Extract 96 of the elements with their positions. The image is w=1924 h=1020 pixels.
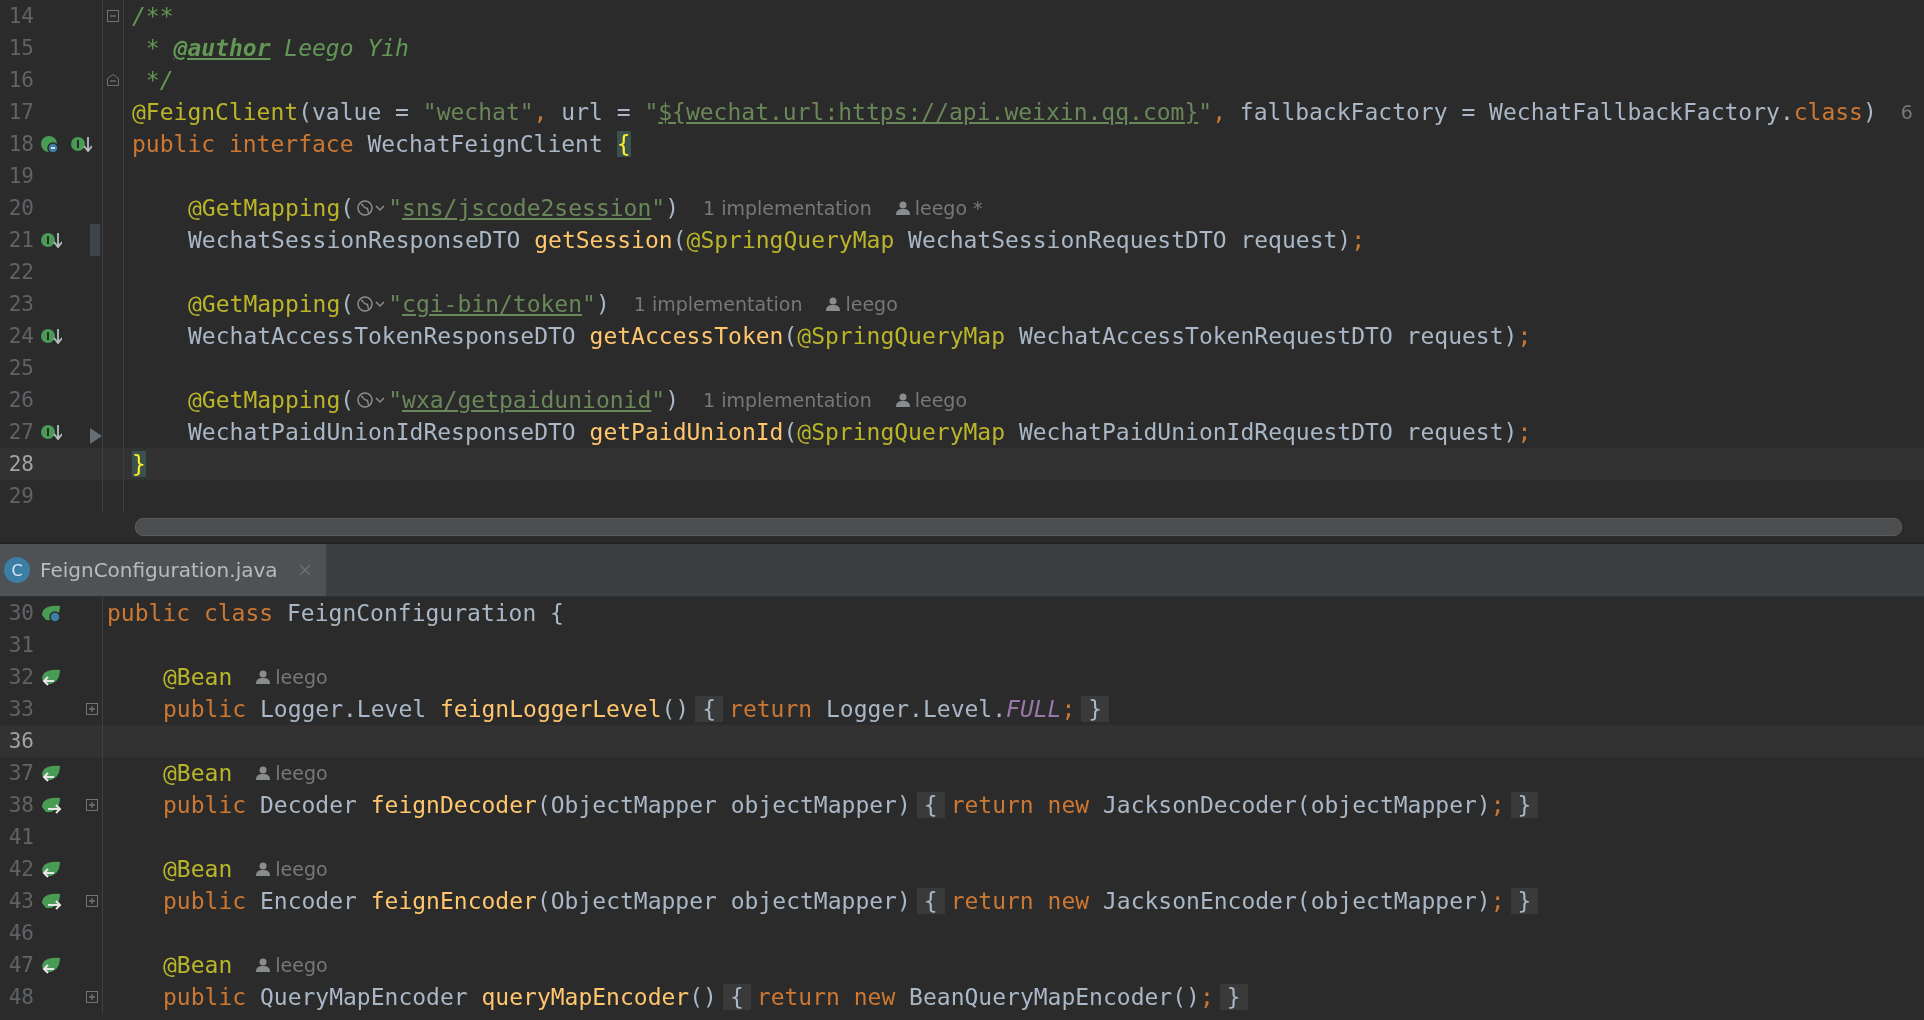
usages-hint[interactable]: 6 — [1900, 101, 1913, 123]
code-text: public Decoder feignDecoder(ObjectMapper objectMapper) { return new JacksonDecoder(objectMapper); } — [163, 792, 1545, 818]
line-number: 41 — [7, 825, 34, 849]
line-number: 15 — [7, 36, 34, 60]
line-number: 14 — [7, 4, 34, 28]
person-icon — [895, 200, 910, 216]
line-number: 31 — [7, 633, 34, 657]
code-text: @GetMapping( — [188, 195, 355, 221]
code-text: @GetMapping( — [188, 387, 355, 413]
code-text: public Logger.Level feignLoggerLevel() { return Logger.Level.FULL; } — [163, 696, 1116, 722]
line-number: 46 — [7, 921, 34, 945]
code-text: @Bean — [163, 952, 233, 978]
implemented-down-arrow-icon[interactable] — [40, 326, 62, 346]
code-text: WechatAccessTokenResponseDTO getAccessToken(@SpringQueryMap WechatAccessTokenRequestDTO request); — [188, 323, 1532, 349]
line-number: 22 — [7, 260, 34, 284]
line-number: 19 — [7, 164, 34, 188]
author-hint[interactable]: leego — [275, 858, 328, 880]
author-hint[interactable]: leego — [275, 762, 328, 784]
line-number: 28 — [7, 452, 34, 476]
line-number: 29 — [7, 484, 34, 508]
author-hint[interactable]: leego — [275, 954, 328, 976]
person-icon — [256, 861, 271, 877]
expand-icon[interactable] — [85, 702, 99, 716]
code-text: */ — [144, 67, 174, 93]
code-text: "cgi-bin/token") — [388, 291, 610, 317]
fold-icon[interactable] — [106, 9, 120, 23]
line-number: 48 — [7, 985, 34, 1009]
tab-label: FeignConfiguration.java — [40, 558, 278, 582]
code-text: @FeignClient(value = "wechat", url = "${wechat.url:https://api.weixin.qq.com}", fallbackFactory = WechatFallbackFactory.class) — [132, 99, 1877, 125]
code-text: } — [132, 451, 146, 477]
leaf-left-arrow-icon[interactable] — [40, 763, 62, 783]
usages-hint[interactable]: 1 implementation — [633, 293, 803, 315]
code-text: @Bean — [163, 856, 233, 882]
change-marker[interactable] — [90, 224, 100, 256]
code-text: WechatPaidUnionIdResponseDTO getPaidUnionId(@SpringQueryMap WechatPaidUnionIdRequestDTO request); — [188, 419, 1532, 445]
line-number: 30 — [7, 601, 34, 625]
leaf-right-arrow-icon[interactable] — [40, 891, 62, 911]
code-text: public Encoder feignEncoder(ObjectMapper objectMapper) { return new JacksonEncoder(objectMapper); } — [163, 888, 1545, 914]
line-number: 42 — [7, 857, 34, 881]
line-number: 38 — [7, 793, 34, 817]
leaf-left-arrow-icon[interactable] — [40, 667, 62, 687]
line-number: 47 — [7, 953, 34, 977]
line-number: 43 — [7, 889, 34, 913]
leaf-class-icon[interactable] — [40, 603, 62, 623]
line-number: 33 — [7, 697, 34, 721]
line-number: 23 — [7, 292, 34, 316]
line-number: 24 — [7, 324, 34, 348]
line-number: 36 — [7, 729, 34, 753]
line-number: 32 — [7, 665, 34, 689]
expand-icon[interactable] — [85, 798, 99, 812]
author-hint[interactable]: leego — [914, 389, 968, 411]
person-icon — [256, 669, 271, 685]
code-text: @Bean — [163, 760, 233, 786]
line-number: 26 — [7, 388, 34, 412]
code-text: @Bean — [163, 664, 233, 690]
person-icon — [826, 296, 841, 312]
line-number: 20 — [7, 196, 34, 220]
author-hint[interactable]: leego — [275, 666, 328, 688]
leaf-left-arrow-icon[interactable] — [40, 955, 62, 975]
leaf-left-arrow-icon[interactable] — [40, 859, 62, 879]
person-icon — [256, 765, 271, 781]
globe-icon[interactable] — [356, 294, 387, 314]
code-text: "sns/jscode2session") — [388, 195, 679, 221]
line-number: 21 — [7, 228, 34, 252]
code-text: public class FeignConfiguration { — [107, 600, 564, 626]
usages-hint[interactable]: 1 implementation — [703, 197, 872, 219]
person-icon — [895, 392, 910, 408]
line-number: 18 — [7, 132, 34, 156]
expand-icon[interactable] — [85, 894, 99, 908]
globe-icon[interactable] — [356, 390, 387, 410]
implemented-down-arrow-icon[interactable] — [70, 134, 92, 154]
line-number: 37 — [7, 761, 34, 785]
usages-hint[interactable]: 1 implementation — [703, 389, 872, 411]
deletion-marker[interactable] — [90, 428, 102, 444]
expand-icon[interactable] — [85, 990, 99, 1004]
code-text: * @author Leego Yih — [144, 35, 409, 61]
code-text: public interface WechatFeignClient { — [132, 131, 631, 157]
author-hint[interactable]: leego * — [914, 197, 983, 219]
code-text: @GetMapping( — [188, 291, 355, 317]
line-number: 17 — [7, 100, 34, 124]
code-text: "wxa/getpaidunionid") — [388, 387, 679, 413]
implemented-down-arrow-icon[interactable] — [40, 230, 62, 250]
code-text: /** — [132, 3, 174, 29]
class-icon: C — [4, 557, 30, 583]
person-icon — [256, 957, 271, 973]
line-number: 16 — [7, 68, 34, 92]
leaf-right-arrow-icon[interactable] — [40, 795, 62, 815]
code-text: public QueryMapEncoder queryMapEncoder() { return new BeanQueryMapEncoder(); } — [163, 984, 1254, 1010]
line-number: 27 — [7, 420, 34, 444]
author-hint[interactable]: leego — [845, 293, 898, 315]
fold-icon[interactable] — [106, 73, 120, 87]
line-number: 25 — [7, 356, 34, 380]
implemented-down-arrow-icon[interactable] — [40, 422, 62, 442]
scrollbar-thumb[interactable] — [135, 518, 1902, 536]
code-text: WechatSessionResponseDTO getSession(@SpringQueryMap WechatSessionRequestDTO request); — [188, 227, 1366, 253]
globe-icon[interactable] — [356, 198, 387, 218]
